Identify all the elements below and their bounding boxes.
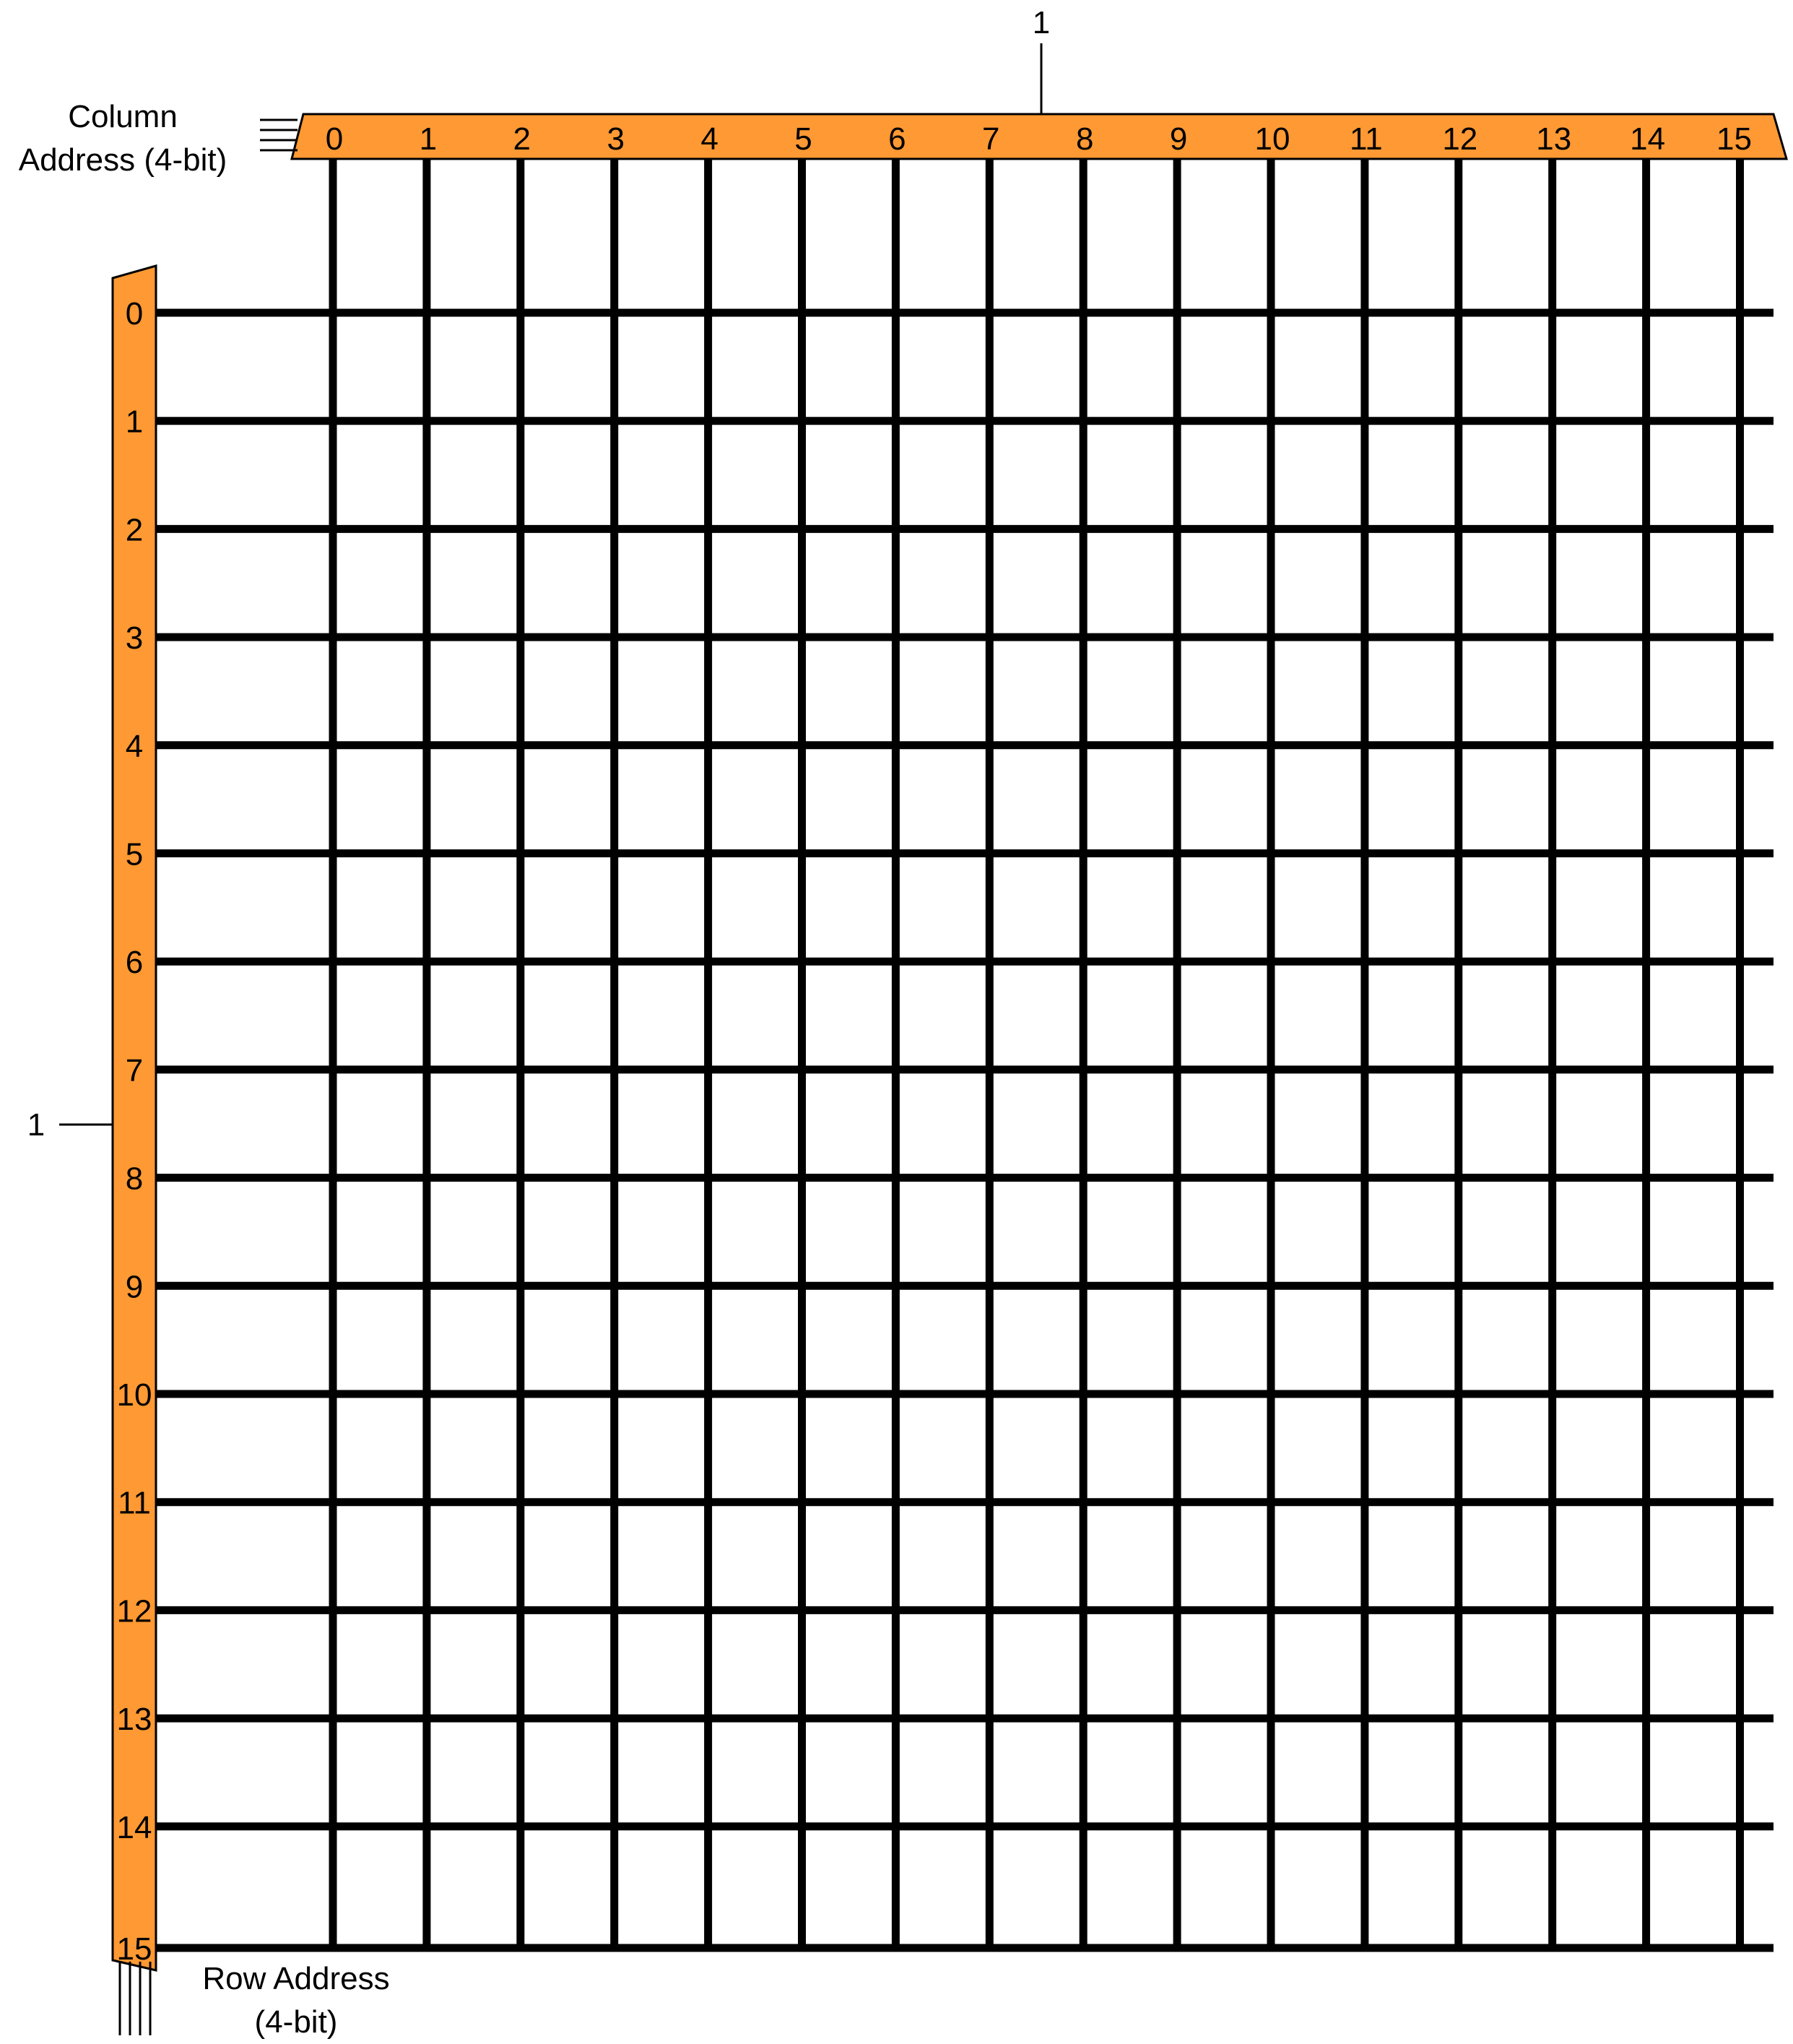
column-output-label: 4 xyxy=(700,121,718,157)
column-output-label: 2 xyxy=(513,121,531,157)
row-output-label: 6 xyxy=(126,945,143,980)
column-address-lines xyxy=(260,118,298,152)
column-decoder: 1 Column Address (4-bit) 0 1 2 3 4 5 6 7 8 9 10 11 1… xyxy=(19,5,1788,178)
row-enable-label: 1 xyxy=(27,1107,45,1143)
column-output-label: 3 xyxy=(607,121,624,157)
row-output-label: 2 xyxy=(126,512,143,547)
column-enable-label: 1 xyxy=(1033,5,1050,40)
row-output-label: 10 xyxy=(117,1377,152,1413)
row-output-label: 15 xyxy=(117,1931,152,1967)
column-output-label: 0 xyxy=(326,121,343,157)
column-output-label: 6 xyxy=(888,121,906,157)
row-output-label: 8 xyxy=(126,1161,143,1197)
row-address-label-line2: (4-bit) xyxy=(255,2004,338,2040)
memory-array-diagram: 1 Column Address (4-bit) 0 1 2 3 4 5 6 7 8 9 10 11 1… xyxy=(19,5,1788,2040)
column-output-label: 7 xyxy=(982,121,999,157)
row-address-lines xyxy=(118,1962,152,2035)
column-output-label: 8 xyxy=(1076,121,1093,157)
row-output-label: 5 xyxy=(126,837,143,872)
row-output-label: 13 xyxy=(117,1702,152,1737)
column-output-label: 15 xyxy=(1716,121,1752,157)
row-output-label: 12 xyxy=(117,1593,152,1629)
column-output-label: 13 xyxy=(1536,121,1571,157)
row-output-label: 4 xyxy=(126,729,143,764)
row-address-label-line1: Row Address xyxy=(202,1961,389,1996)
column-output-label: 5 xyxy=(794,121,812,157)
row-output-label: 3 xyxy=(126,620,143,656)
row-output-label: 9 xyxy=(126,1269,143,1304)
row-output-label: 14 xyxy=(117,1810,152,1845)
column-output-label: 9 xyxy=(1170,121,1187,157)
column-address-label-line2: Address (4-bit) xyxy=(19,142,227,178)
column-address-label-line1: Column xyxy=(68,99,178,134)
row-output-label: 11 xyxy=(118,1486,151,1521)
row-lines xyxy=(156,308,1774,1952)
column-output-label: 1 xyxy=(420,121,437,157)
column-output-label: 12 xyxy=(1442,121,1477,157)
column-output-label: 11 xyxy=(1350,121,1383,157)
row-output-label: 1 xyxy=(126,404,143,440)
row-output-label: 7 xyxy=(126,1053,143,1088)
column-output-label: 14 xyxy=(1630,121,1665,157)
row-output-label: 0 xyxy=(126,296,143,332)
column-output-label: 10 xyxy=(1255,121,1290,157)
column-lines xyxy=(329,159,1744,1948)
